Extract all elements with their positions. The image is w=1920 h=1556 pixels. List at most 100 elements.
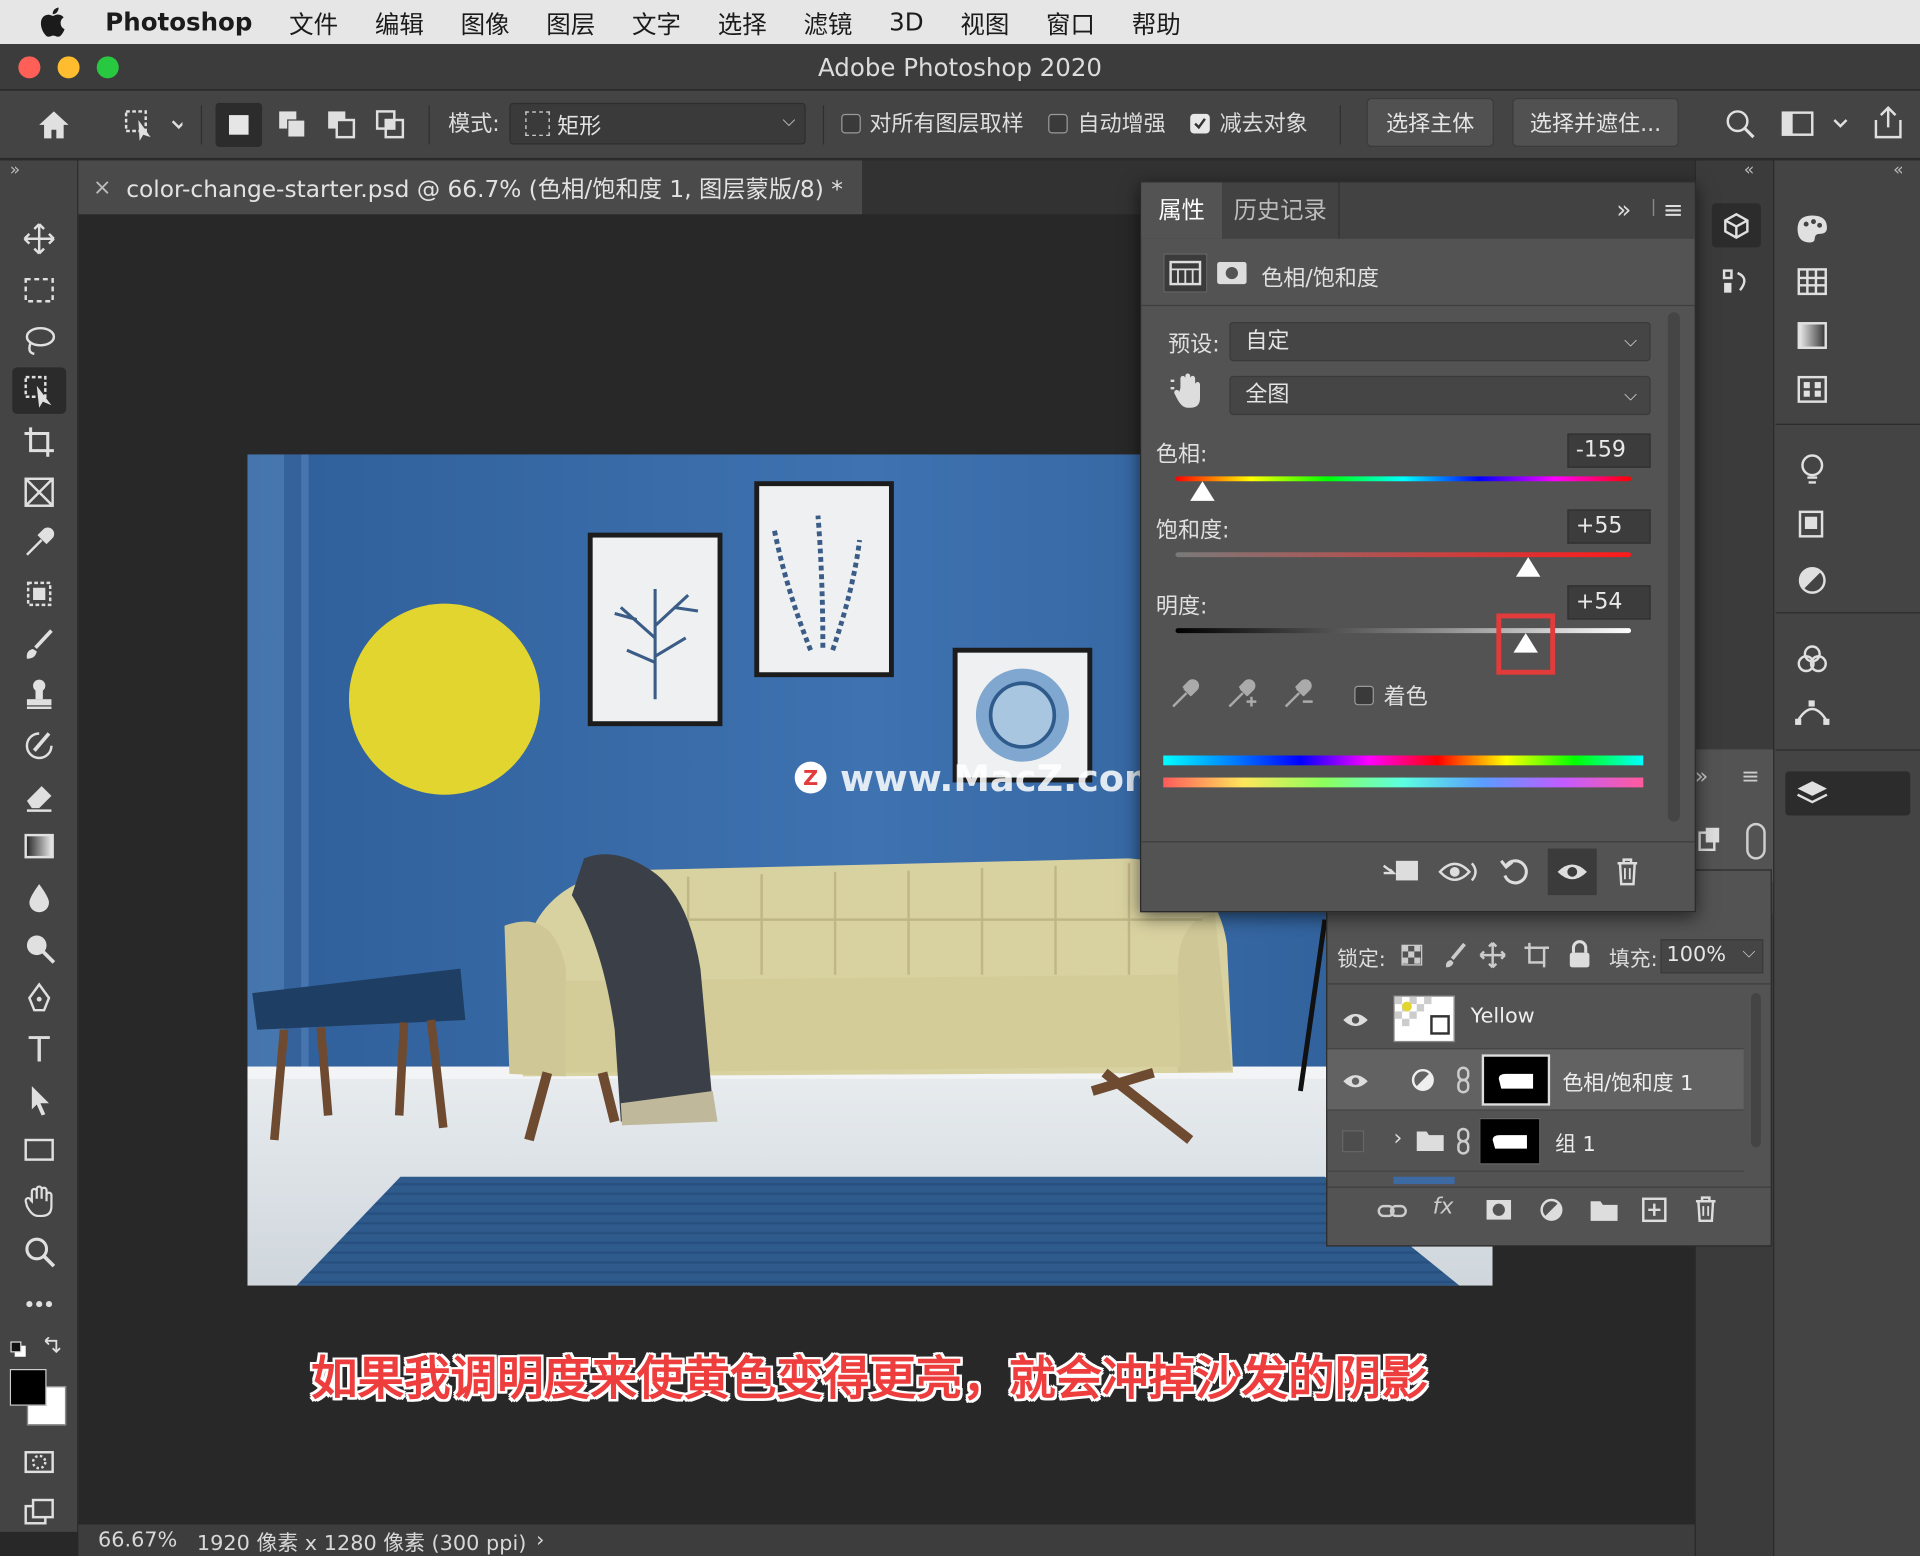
adjustment-settings-icon[interactable] xyxy=(1163,253,1208,293)
more-tools-icon[interactable] xyxy=(12,1278,66,1325)
gradients-panel-icon[interactable] xyxy=(1790,313,1834,357)
layers-scrollbar[interactable] xyxy=(1751,993,1761,1148)
menu-3d[interactable]: 3D xyxy=(889,7,923,36)
menu-image[interactable]: 图像 xyxy=(461,4,510,40)
menu-file[interactable]: 文件 xyxy=(289,4,338,40)
scroll-toggle-icon[interactable] xyxy=(1746,822,1766,860)
history-brush-tool-icon[interactable] xyxy=(12,722,66,769)
delete-layer-icon[interactable] xyxy=(1692,1194,1719,1223)
rectangle-tool-icon[interactable] xyxy=(12,1127,66,1174)
collapse-dock-right-icon[interactable]: « xyxy=(1893,160,1904,180)
clip-to-layer-icon[interactable] xyxy=(1381,856,1420,888)
menu-filter[interactable]: 滤镜 xyxy=(803,4,852,40)
object-selection-tool-icon[interactable] xyxy=(12,367,67,414)
menu-window[interactable]: 窗口 xyxy=(1046,4,1095,40)
zoom-level[interactable]: 66.67% xyxy=(98,1528,177,1552)
type-tool-icon[interactable]: T xyxy=(12,1026,66,1073)
lightness-slider-track[interactable] xyxy=(1175,628,1632,634)
layer-row-yellow[interactable]: Yellow xyxy=(1327,988,1744,1050)
view-previous-state-icon[interactable] xyxy=(1438,856,1480,888)
tab-properties[interactable]: 属性 xyxy=(1141,182,1223,239)
color-panel-icon[interactable] xyxy=(1790,206,1834,250)
expand-group-icon[interactable]: › xyxy=(1393,1125,1402,1151)
share-icon[interactable] xyxy=(1869,103,1908,142)
lasso-tool-icon[interactable] xyxy=(12,317,66,364)
add-mask-icon[interactable] xyxy=(1484,1196,1513,1223)
saturation-value-field[interactable]: +55 xyxy=(1567,509,1651,544)
hue-slider-thumb[interactable] xyxy=(1189,481,1215,501)
tab-history[interactable]: 历史记录 xyxy=(1222,182,1340,239)
lock-transparent-icon[interactable] xyxy=(1401,944,1423,966)
stamp-tool-icon[interactable] xyxy=(12,671,66,718)
copy-icon[interactable] xyxy=(1697,825,1724,854)
sample-all-layers-checkbox[interactable] xyxy=(841,113,861,134)
patch-tool-icon[interactable] xyxy=(12,571,66,618)
menu-app-name[interactable]: Photoshop xyxy=(105,7,252,36)
delete-adjustment-icon[interactable] xyxy=(1614,856,1641,888)
preset-select[interactable]: 自定 ⌵ xyxy=(1229,322,1651,362)
screen-mode-icon[interactable] xyxy=(12,1489,66,1536)
frame-tool-icon[interactable] xyxy=(12,469,66,516)
close-tab-icon[interactable]: × xyxy=(93,174,111,200)
blur-tool-icon[interactable] xyxy=(12,874,66,921)
select-and-mask-button[interactable]: 选择并遮住... xyxy=(1512,97,1679,147)
hand-tool-icon[interactable] xyxy=(12,1178,66,1225)
brush-tool-icon[interactable] xyxy=(12,621,66,668)
dodge-tool-icon[interactable] xyxy=(12,924,66,971)
menu-select[interactable]: 选择 xyxy=(718,4,767,40)
visibility-eye-icon[interactable] xyxy=(1342,1010,1369,1033)
adjustments-panel-icon[interactable] xyxy=(1790,558,1834,602)
mask-settings-icon[interactable] xyxy=(1212,253,1251,292)
eyedropper-icon[interactable] xyxy=(1168,675,1200,712)
panel-menu-icon[interactable]: ≡ xyxy=(1663,195,1684,224)
learn-panel-icon[interactable] xyxy=(1790,448,1834,492)
saturation-slider-thumb[interactable] xyxy=(1516,557,1541,577)
reset-icon[interactable] xyxy=(1499,856,1531,888)
hue-slider-track[interactable] xyxy=(1175,476,1632,482)
visibility-eye-icon[interactable] xyxy=(1342,1071,1369,1094)
intersect-selection-icon[interactable] xyxy=(367,103,414,147)
hue-value-field[interactable]: -159 xyxy=(1567,433,1651,468)
add-to-sample-eyedropper-icon[interactable] xyxy=(1225,675,1259,712)
toggle-visibility-icon[interactable] xyxy=(1547,848,1597,896)
link-layers-icon[interactable] xyxy=(1376,1196,1408,1225)
subtract-from-selection-icon[interactable] xyxy=(318,103,365,147)
lock-pixels-icon[interactable] xyxy=(1442,942,1469,969)
collapse-tools-icon[interactable]: » xyxy=(10,160,21,180)
object-select-tool-preset-icon[interactable] xyxy=(118,105,187,144)
layer-row-group[interactable]: › 组 1 xyxy=(1327,1111,1744,1172)
subtract-from-sample-eyedropper-icon[interactable] xyxy=(1281,675,1315,712)
eyedropper-tool-icon[interactable] xyxy=(12,519,66,566)
new-layer-icon[interactable] xyxy=(1641,1196,1668,1223)
mode-select[interactable]: 矩形 ⌵ xyxy=(509,102,806,145)
new-group-icon[interactable] xyxy=(1589,1196,1618,1223)
swatches-panel-icon[interactable] xyxy=(1790,260,1834,304)
3d-panel-icon[interactable] xyxy=(1711,203,1761,248)
paths-panel-icon[interactable] xyxy=(1712,260,1761,304)
search-icon[interactable] xyxy=(1722,105,1759,142)
lock-position-icon[interactable] xyxy=(1479,941,1506,969)
layers-panel-icon[interactable] xyxy=(1785,771,1911,816)
auto-enhance-checkbox[interactable] xyxy=(1048,113,1068,134)
libraries-panel-icon[interactable] xyxy=(1790,502,1834,546)
patterns-panel-icon[interactable] xyxy=(1790,367,1834,411)
menu-edit[interactable]: 编辑 xyxy=(375,4,424,40)
zoom-tool-icon[interactable] xyxy=(12,1228,66,1275)
properties-scrollbar[interactable] xyxy=(1667,312,1681,822)
move-tool-icon[interactable] xyxy=(12,216,66,263)
layer-name[interactable]: 色相/饱和度 1 xyxy=(1562,1065,1693,1095)
range-select[interactable]: 全图 ⌵ xyxy=(1229,375,1651,416)
crop-tool-icon[interactable] xyxy=(12,419,66,466)
expand-panel-icon[interactable]: » xyxy=(1616,195,1631,224)
channels-panel-icon[interactable] xyxy=(1790,637,1834,681)
layer-name[interactable]: Yellow xyxy=(1471,1004,1535,1028)
link-icon[interactable] xyxy=(1455,1065,1472,1094)
pen-tool-icon[interactable] xyxy=(12,975,66,1022)
subtract-object-checkbox[interactable] xyxy=(1190,113,1210,134)
layer-style-fx-icon[interactable]: fx xyxy=(1433,1194,1454,1220)
saturation-slider-track[interactable] xyxy=(1175,552,1632,558)
menu-view[interactable]: 视图 xyxy=(960,4,1009,40)
apple-icon[interactable] xyxy=(0,7,105,37)
layer-row-hue-saturation[interactable]: 色相/饱和度 1 xyxy=(1327,1049,1744,1111)
collapse-dock-icon[interactable]: « xyxy=(1744,160,1755,180)
